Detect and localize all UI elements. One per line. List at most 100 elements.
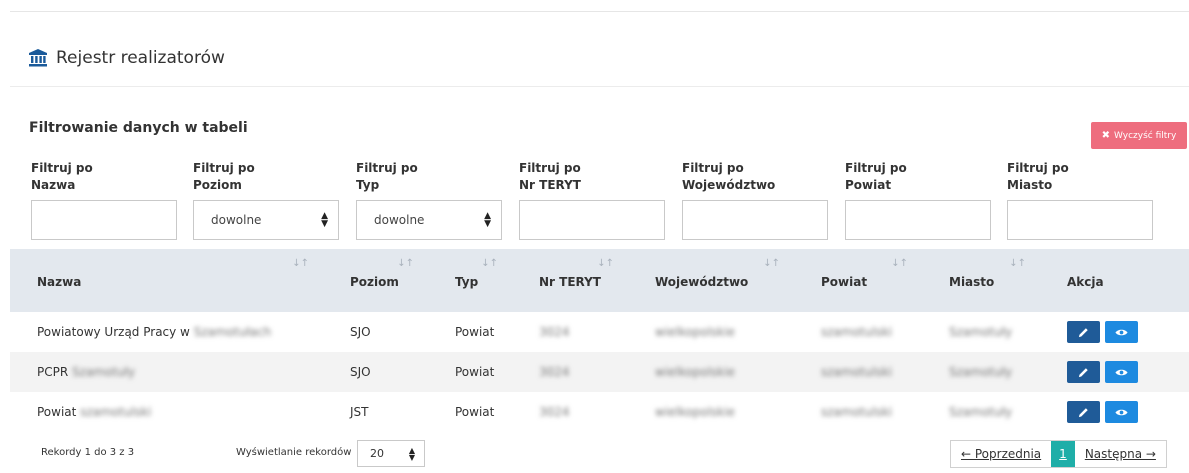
filter-label-line2: Powiat <box>845 178 892 192</box>
filter-miasto-input[interactable] <box>1007 200 1153 240</box>
cell-wojewodztwo: wielkopolskie <box>628 312 794 352</box>
column-header-label: Nr TERYT <box>539 275 601 289</box>
filter-wojewodztwo: Filtruj po Województwo <box>682 160 828 240</box>
cell-poziom: JST <box>350 405 369 419</box>
redacted-text: 3024 <box>539 365 570 379</box>
cell-powiat: szamotulski <box>794 392 922 432</box>
filter-label-line1: Filtruj po <box>356 161 418 175</box>
table-row: Powiat szamotulski JST Powiat 3024 wielk… <box>10 392 1189 432</box>
page-title: Rejestr realizatorów <box>28 48 225 68</box>
cell-nazwa: PCPR Szamotuły <box>10 352 323 392</box>
column-header-miasto[interactable]: Miasto ↓↑ <box>922 249 1040 312</box>
cell-miasto: Szamotuły <box>922 352 1040 392</box>
cell-akcja <box>1040 312 1189 352</box>
filter-typ-select[interactable]: dowolne ▲ ▼ <box>356 200 502 240</box>
table-row: Powiatowy Urząd Pracy w Szamotułach SJO … <box>10 312 1189 352</box>
title-divider <box>10 86 1189 87</box>
redacted-text: Szamotuły <box>949 405 1013 419</box>
page-size-select[interactable]: 20 ▲ ▼ <box>357 440 425 467</box>
column-header-label: Nazwa <box>37 275 82 289</box>
cell-poziom: SJO <box>350 325 371 339</box>
select-value: dowolne <box>374 213 425 227</box>
cell-teryt: 3024 <box>512 312 628 352</box>
edit-button[interactable] <box>1067 401 1100 423</box>
filter-typ: Filtruj po Typ dowolne ▲ ▼ <box>356 160 502 240</box>
sort-icon: ↓↑ <box>292 258 309 269</box>
eye-icon <box>1115 409 1128 415</box>
page-title-text: Rejestr realizatorów <box>56 48 225 68</box>
cell-teryt: 3024 <box>512 352 628 392</box>
filter-powiat-input[interactable] <box>845 200 991 240</box>
filter-label-line2: Nr TERYT <box>519 178 581 192</box>
column-header-label: Miasto <box>949 275 995 289</box>
column-header-typ[interactable]: Typ ↓↑ <box>428 249 512 312</box>
column-header-wojewodztwo[interactable]: Województwo ↓↑ <box>628 249 794 312</box>
view-button[interactable] <box>1105 321 1138 343</box>
edit-button[interactable] <box>1067 361 1100 383</box>
filter-wojewodztwo-input[interactable] <box>682 200 828 240</box>
filter-label-line2: Województwo <box>682 178 776 192</box>
sort-icon: ↓↑ <box>597 258 614 269</box>
filter-poziom-select[interactable]: dowolne ▲ ▼ <box>193 200 339 240</box>
redacted-text: 3024 <box>539 405 570 419</box>
column-header-akcja: Akcja <box>1040 249 1189 312</box>
clear-filters-button[interactable]: ✖ Wyczyść filtry <box>1091 122 1187 149</box>
eye-icon <box>1115 329 1128 335</box>
cell-akcja <box>1040 352 1189 392</box>
redacted-text: 3024 <box>539 325 570 339</box>
column-header-powiat[interactable]: Powiat ↓↑ <box>794 249 922 312</box>
bank-icon <box>29 49 47 67</box>
filter-label-line2: Nazwa <box>31 178 76 192</box>
cell-typ: Powiat <box>455 405 495 419</box>
cell-powiat: szamotulski <box>794 352 922 392</box>
column-header-poziom[interactable]: Poziom ↓↑ <box>323 249 428 312</box>
cell-teryt: 3024 <box>512 392 628 432</box>
filter-label-line1: Filtruj po <box>682 161 744 175</box>
page-1-button[interactable]: 1 <box>1051 441 1075 467</box>
redacted-text: Szamotuły <box>949 365 1013 379</box>
cell-poziom: SJO <box>350 365 371 379</box>
filter-label-line2: Poziom <box>193 178 242 192</box>
close-icon: ✖ <box>1101 130 1111 141</box>
records-info: Rekordy 1 do 3 z 3 <box>41 447 135 458</box>
sort-icon: ↓↑ <box>763 258 780 269</box>
cell-wojewodztwo: wielkopolskie <box>628 352 794 392</box>
view-button[interactable] <box>1105 401 1138 423</box>
cell-typ: Powiat <box>455 325 495 339</box>
clear-filters-label: Wyczyść filtry <box>1114 130 1177 141</box>
cell-text: Powiat <box>37 405 77 419</box>
filter-label-line1: Filtruj po <box>193 161 255 175</box>
column-header-teryt[interactable]: Nr TERYT ↓↑ <box>512 249 628 312</box>
cell-miasto: Szamotuły <box>922 392 1040 432</box>
column-header-label: Akcja <box>1067 275 1104 289</box>
redacted-text: szamotulski <box>821 325 893 339</box>
prev-page-button[interactable]: ← Poprzednia <box>951 441 1051 467</box>
eye-icon <box>1115 369 1128 375</box>
cell-text: PCPR <box>37 365 69 379</box>
redacted-text: szamotulski <box>80 405 152 419</box>
filter-teryt-input[interactable] <box>519 200 665 240</box>
column-header-nazwa[interactable]: Nazwa ↓↑ <box>10 249 323 312</box>
pencil-icon <box>1078 407 1088 417</box>
cell-text: Powiatowy Urząd Pracy w <box>37 325 190 339</box>
column-header-label: Powiat <box>821 275 868 289</box>
redacted-text: Szamotułach <box>193 325 272 339</box>
redacted-text: Szamotuły <box>949 325 1013 339</box>
view-button[interactable] <box>1105 361 1138 383</box>
pencil-icon <box>1078 367 1088 377</box>
cell-miasto: Szamotuły <box>922 312 1040 352</box>
filter-heading: Filtrowanie danych w tabeli <box>29 120 248 136</box>
redacted-text: wielkopolskie <box>655 405 735 419</box>
page-size-label: Wyświetlanie rekordów <box>236 447 352 458</box>
sort-icon: ↓↑ <box>481 258 498 269</box>
redacted-text: szamotulski <box>821 405 893 419</box>
filter-nazwa-input[interactable] <box>31 200 177 240</box>
redacted-text: szamotulski <box>821 365 893 379</box>
table-header-row: Nazwa ↓↑ Poziom ↓↑ Typ ↓↑ Nr TERYT ↓↑ Wojewó… <box>10 249 1189 312</box>
redacted-text: wielkopolskie <box>655 365 735 379</box>
filter-label-line1: Filtruj po <box>31 161 93 175</box>
next-page-button[interactable]: Następna → <box>1075 441 1166 467</box>
cell-typ: Powiat <box>455 365 495 379</box>
cell-wojewodztwo: wielkopolskie <box>628 392 794 432</box>
edit-button[interactable] <box>1067 321 1100 343</box>
